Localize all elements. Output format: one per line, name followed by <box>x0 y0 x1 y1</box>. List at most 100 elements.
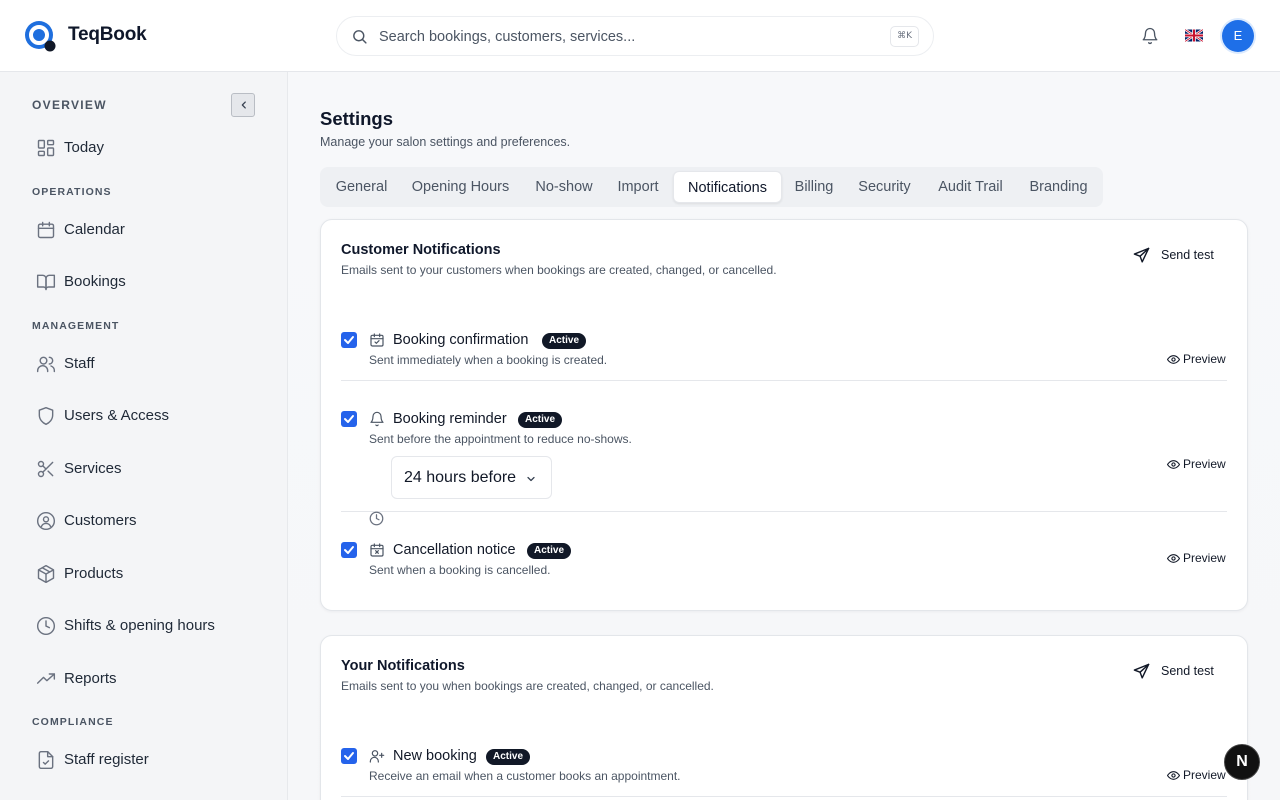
notification-row-booking-reminder: Booking reminder Active Sent before the … <box>341 410 1227 526</box>
uk-flag-icon[interactable] <box>1185 29 1203 42</box>
page-title: Settings <box>320 108 393 129</box>
card-title: Customer Notifications <box>341 242 501 258</box>
floating-action-button[interactable]: N <box>1224 744 1260 780</box>
sidebar-item-staff-register[interactable]: Staff register <box>24 740 264 780</box>
sidebar-item-label: Customers <box>64 512 137 529</box>
tab-audit-trail[interactable]: Audit Trail <box>923 171 1018 203</box>
sidebar-item-customers[interactable]: Customers <box>24 501 264 541</box>
top-header: TeqBook ⌘K E <box>0 0 1280 72</box>
global-search[interactable]: ⌘K <box>336 16 934 56</box>
booking-confirmation-checkbox[interactable] <box>341 332 357 348</box>
sidebar-item-label: Shifts & opening hours <box>64 617 215 634</box>
eye-icon <box>1167 460 1180 469</box>
send-test-label: Send test <box>1161 248 1214 262</box>
preview-label: Preview <box>1183 551 1226 565</box>
notification-row-booking-confirmation: Booking confirmation Active Sent immedia… <box>341 331 1227 381</box>
preview-label: Preview <box>1183 457 1226 471</box>
user-plus-icon <box>369 750 385 763</box>
trending-up-icon <box>36 673 56 684</box>
tab-import[interactable]: Import <box>606 171 670 203</box>
notification-name: Booking reminder <box>393 411 507 427</box>
user-avatar[interactable]: E <box>1222 20 1254 52</box>
status-badge: Active <box>527 543 572 559</box>
sidebar: OVERVIEW Today OPERATIONS Calendar Booki… <box>0 72 288 800</box>
sidebar-item-users-access[interactable]: Users & Access <box>24 396 264 436</box>
your-notifications-card: Your Notifications Emails sent to you wh… <box>320 635 1248 800</box>
eye-icon <box>1167 554 1180 563</box>
status-badge: Active <box>542 333 587 349</box>
calendar-check-icon <box>370 333 384 347</box>
chevron-down-icon <box>527 476 535 482</box>
sidebar-item-bookings[interactable]: Bookings <box>24 262 264 302</box>
reminder-timing-select[interactable]: 24 hours before <box>391 456 552 499</box>
sidebar-item-services[interactable]: Services <box>24 449 264 489</box>
tab-opening-hours[interactable]: Opening Hours <box>399 171 522 203</box>
scissors-icon <box>37 460 54 478</box>
new-booking-checkbox[interactable] <box>341 748 357 764</box>
notification-row-cancellation-notice: Cancellation notice Active Sent when a b… <box>341 541 1227 581</box>
tab-security[interactable]: Security <box>846 171 923 203</box>
notification-description: Receive an email when a customer books a… <box>369 769 681 783</box>
sidebar-item-products[interactable]: Products <box>24 554 264 594</box>
sidebar-item-staff[interactable]: Staff <box>24 344 264 384</box>
notification-description: Sent before the appointment to reduce no… <box>369 432 632 446</box>
main-content: Settings Manage your salon settings and … <box>288 72 1280 800</box>
tab-branding[interactable]: Branding <box>1018 171 1099 203</box>
dashboard-icon <box>37 139 55 157</box>
notification-description: Sent when a booking is cancelled. <box>369 563 551 577</box>
page-subtitle: Manage your salon settings and preferenc… <box>320 135 571 149</box>
sidebar-item-reports[interactable]: Reports <box>24 659 264 699</box>
clock-icon <box>36 616 56 636</box>
section-label-compliance: COMPLIANCE <box>32 716 114 728</box>
user-circle-icon <box>36 511 56 531</box>
notification-name: New booking <box>393 748 477 764</box>
brand-name[interactable]: TeqBook <box>68 24 147 46</box>
section-label-management: MANAGEMENT <box>32 320 120 332</box>
tab-no-show[interactable]: No-show <box>522 171 606 203</box>
teqbook-logo-icon[interactable] <box>24 20 56 52</box>
card-description: Emails sent to you when bookings are cre… <box>341 679 714 693</box>
send-test-label: Send test <box>1161 664 1214 678</box>
notification-name: Booking confirmation <box>393 332 529 348</box>
search-icon <box>351 28 368 45</box>
notification-description: Sent immediately when a booking is creat… <box>369 353 608 367</box>
sidebar-item-label: Bookings <box>64 273 126 290</box>
users-icon <box>36 356 56 373</box>
sidebar-item-today[interactable]: Today <box>24 128 264 168</box>
preview-label: Preview <box>1183 768 1226 782</box>
clock-icon <box>369 511 384 526</box>
notifications-bell-icon[interactable] <box>1141 27 1159 45</box>
tab-billing[interactable]: Billing <box>782 171 846 203</box>
reminder-timing-value: 24 hours before <box>404 469 517 486</box>
section-label-operations: OPERATIONS <box>32 186 112 198</box>
search-input[interactable] <box>379 25 879 49</box>
sidebar-item-label: Staff register <box>64 751 149 768</box>
sidebar-item-label: Staff <box>64 355 95 372</box>
shield-icon <box>38 406 54 426</box>
sidebar-item-label: Calendar <box>64 221 125 238</box>
cancellation-notice-checkbox[interactable] <box>341 542 357 558</box>
collapse-sidebar-button[interactable] <box>231 93 255 117</box>
eye-icon <box>1167 771 1180 780</box>
customer-notifications-card: Customer Notifications Emails sent to yo… <box>320 219 1248 611</box>
sidebar-item-label: Reports <box>64 670 117 687</box>
status-badge: Active <box>486 749 531 765</box>
notification-name: Cancellation notice <box>393 542 516 558</box>
search-shortcut-badge: ⌘K <box>890 26 919 47</box>
tab-notifications[interactable]: Notifications <box>673 171 782 203</box>
package-icon <box>37 564 55 584</box>
sidebar-item-shifts[interactable]: Shifts & opening hours <box>24 606 264 646</box>
file-check-icon <box>38 750 54 770</box>
card-title: Your Notifications <box>341 658 465 674</box>
notification-row-new-booking: New booking Active Receive an email when… <box>341 747 1227 797</box>
tab-general[interactable]: General <box>324 171 399 203</box>
settings-tabs: General Opening Hours No-show Import Not… <box>320 167 1103 207</box>
sidebar-item-label: Today <box>64 139 105 156</box>
eye-icon <box>1167 355 1180 364</box>
preview-label: Preview <box>1183 352 1226 366</box>
calendar-icon <box>37 221 55 239</box>
booking-reminder-checkbox[interactable] <box>341 411 357 427</box>
sidebar-item-calendar[interactable]: Calendar <box>24 210 264 250</box>
book-open-icon <box>36 274 56 291</box>
card-description: Emails sent to your customers when booki… <box>341 263 777 277</box>
